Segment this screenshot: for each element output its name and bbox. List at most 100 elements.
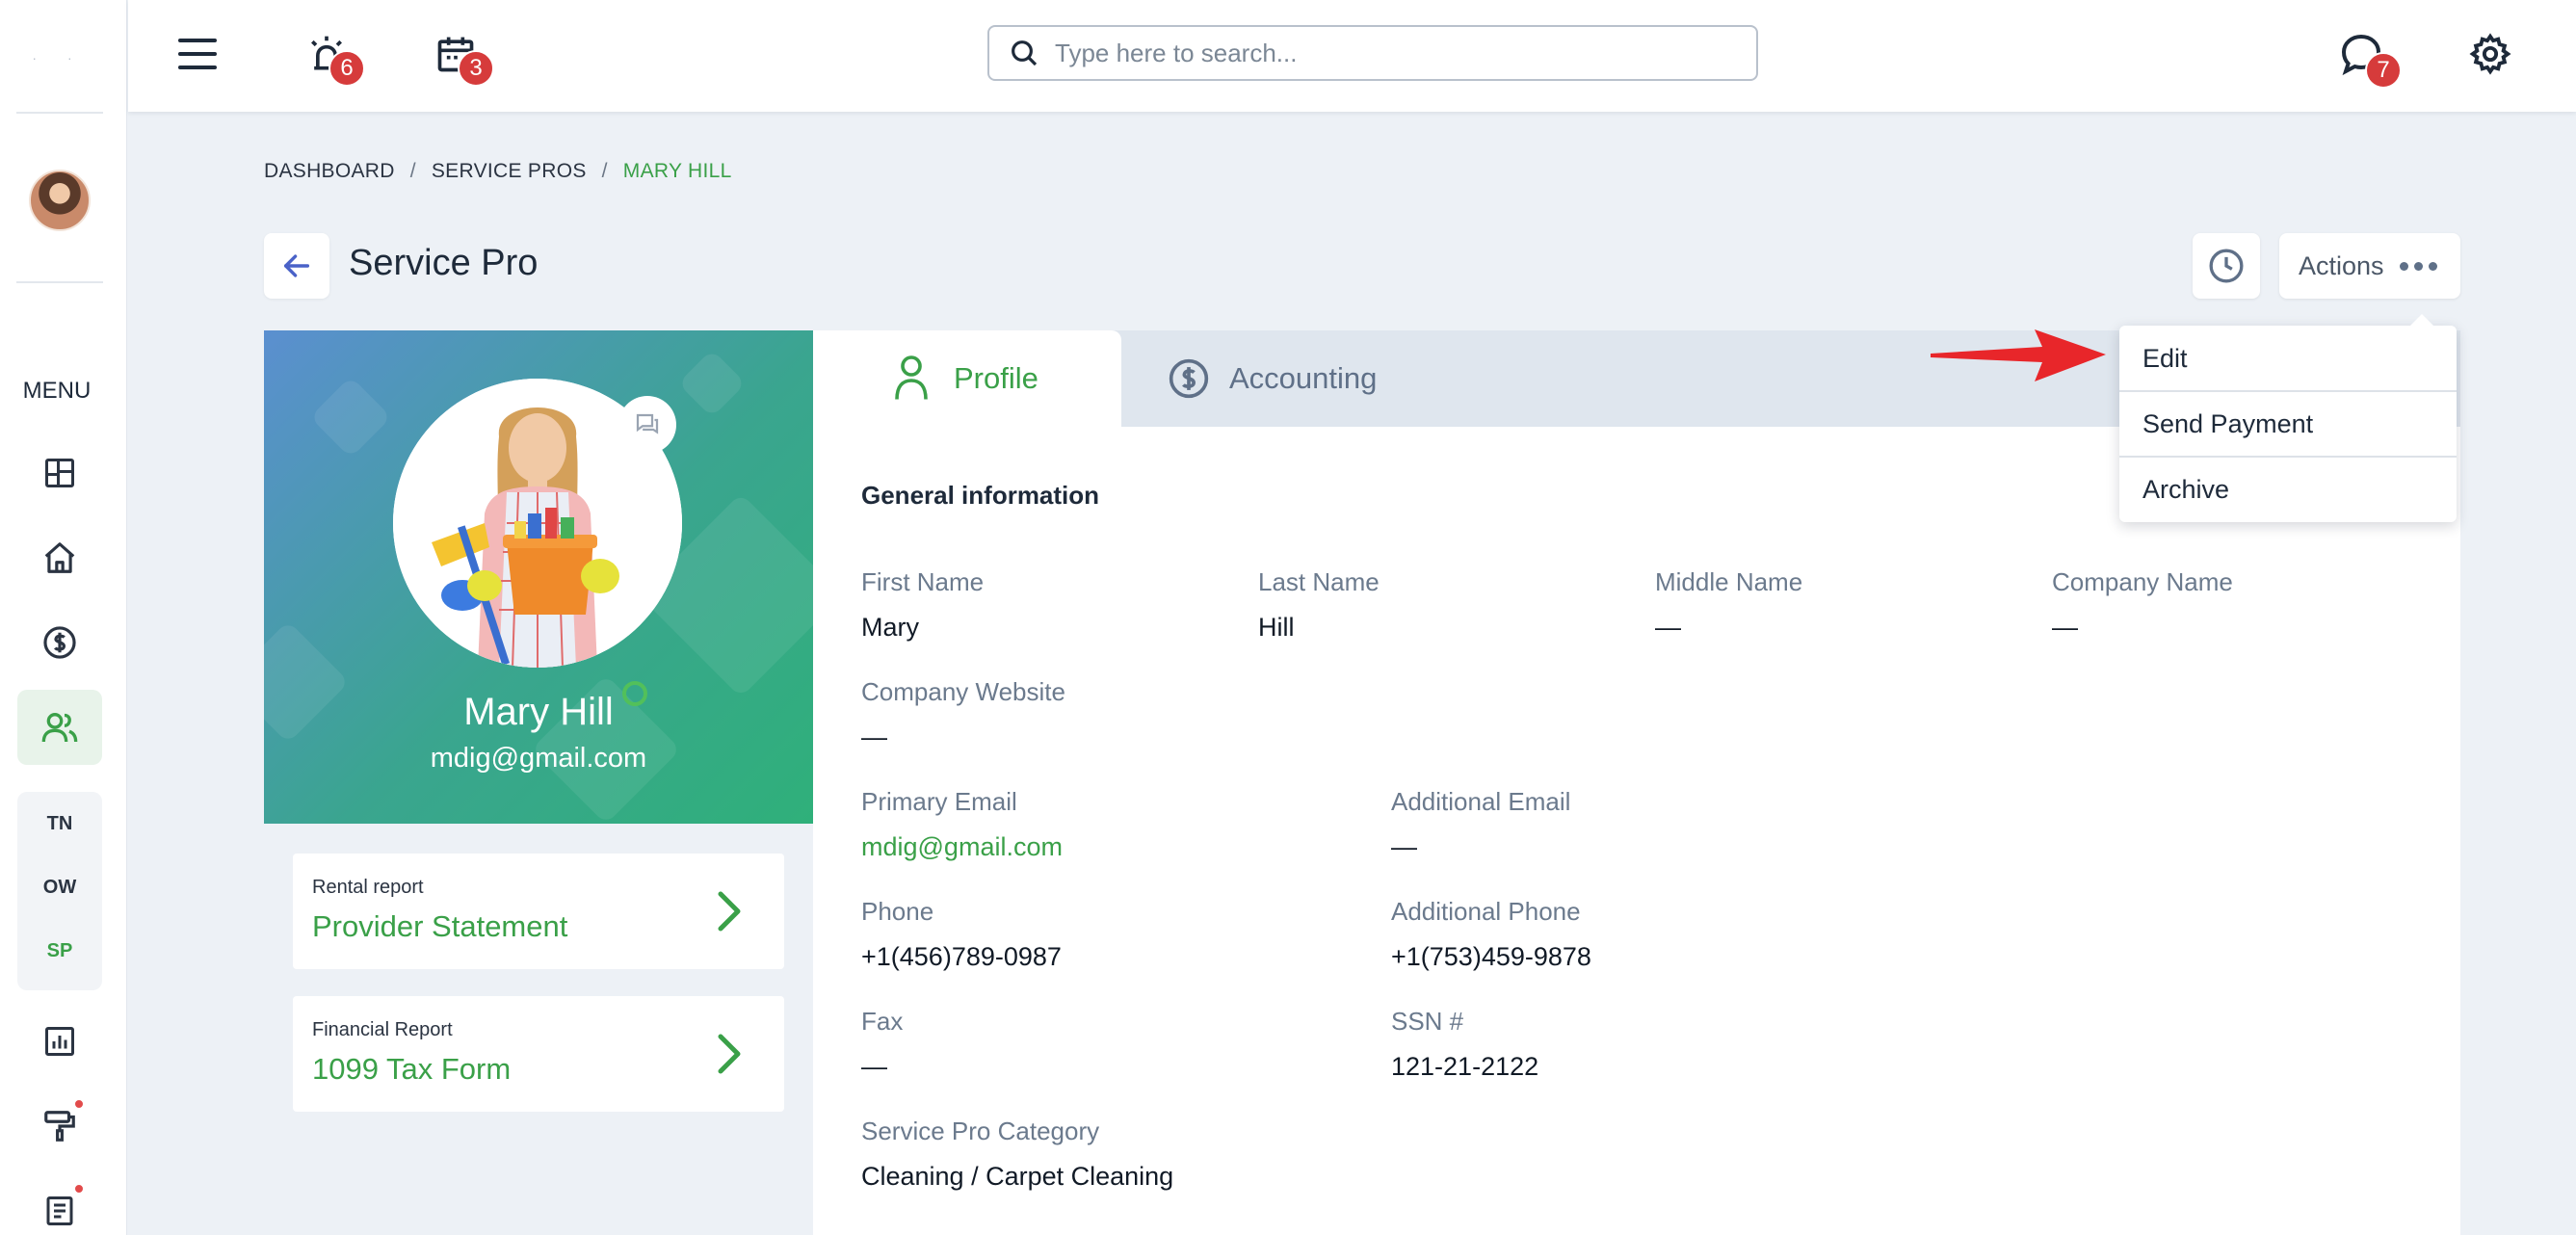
sidebar-item-home[interactable]: [17, 520, 102, 595]
calendar-badge: 3: [458, 50, 494, 87]
menu-item-send-payment[interactable]: Send Payment: [2119, 391, 2457, 457]
primary-email-field: Primary Email mdig@gmail.com: [861, 787, 1063, 862]
sidebar-item-tn[interactable]: TN: [17, 813, 102, 835]
dollar-circle-icon: [1169, 358, 1209, 399]
menu-item-archive[interactable]: Archive: [2119, 457, 2457, 522]
search-icon: [1012, 40, 1038, 66]
search-bar[interactable]: [987, 25, 1758, 81]
sidebar-item-sp[interactable]: SP: [17, 940, 102, 962]
calendar-button[interactable]: 3: [425, 23, 494, 87]
provider-statement-card[interactable]: Rental report Provider Statement: [293, 854, 784, 969]
field-label: Last Name: [1258, 567, 1380, 596]
field-value: —: [861, 1052, 887, 1081]
top-bar: 6 3 7: [128, 0, 2576, 112]
tax-form-card[interactable]: Financial Report 1099 Tax Form: [293, 996, 784, 1112]
menu-item-edit[interactable]: Edit: [2119, 326, 2457, 391]
hamburger-icon: [178, 39, 217, 69]
arrow-left-icon: [283, 254, 310, 277]
sidebar-item-maintenance[interactable]: [17, 1089, 102, 1164]
dollar-icon: [43, 626, 76, 659]
email-link[interactable]: mdig@gmail.com: [861, 832, 1063, 862]
ssn-field: SSN # 121-21-2122: [1391, 1007, 1538, 1082]
chevron-right-icon: [718, 1034, 741, 1074]
field-label: Middle Name: [1655, 567, 1803, 596]
users-icon: [41, 713, 78, 743]
field-label: Service Pro Category: [861, 1117, 1100, 1145]
actions-dropdown: Edit Send Payment Archive: [2119, 314, 2457, 522]
chart-icon: [45, 1027, 74, 1056]
breadcrumb: DASHBOARD / SERVICE PROS / MARY HILL: [264, 160, 732, 183]
field-label: Phone: [861, 897, 934, 926]
profile-name: Mary Hill: [463, 691, 614, 733]
divider: [16, 281, 103, 283]
sidebar-item-service-pros[interactable]: [17, 690, 102, 765]
sidebar-item-accounting[interactable]: [17, 605, 102, 680]
field-value: Hill: [1258, 613, 1295, 642]
field-value: —: [2052, 613, 2078, 642]
decoration: [309, 376, 392, 459]
actions-label: Actions: [2299, 250, 2384, 280]
hamburger-menu-button[interactable]: [167, 23, 228, 85]
history-button[interactable]: [2193, 233, 2260, 299]
company-name-field: Company Name —: [2052, 567, 2233, 643]
field-value: Cleaning / Carpet Cleaning: [861, 1162, 1174, 1191]
messages-button[interactable]: 7: [2330, 23, 2402, 89]
sidebar-item-dashboard[interactable]: [17, 435, 102, 511]
message-button[interactable]: [618, 396, 676, 454]
breadcrumb-current: MARY HILL: [622, 160, 732, 182]
breadcrumb-separator: /: [409, 160, 416, 182]
chat-bubble-icon: [636, 413, 659, 434]
logo[interactable]: · ·: [15, 10, 102, 106]
field-value: Mary: [861, 613, 919, 642]
divider: [16, 112, 103, 114]
field-label: Additional Email: [1391, 787, 1571, 816]
decoration: [677, 349, 747, 418]
breadcrumb-separator: /: [601, 160, 608, 182]
document-icon: [46, 1196, 73, 1225]
field-label: Primary Email: [861, 787, 1017, 816]
notification-dot: [73, 1098, 85, 1110]
chevron-right-icon: [718, 891, 741, 932]
sidebar: · · MENU TN OW SP: [0, 0, 127, 1235]
middle-name-field: Middle Name —: [1655, 567, 1802, 643]
field-value: —: [1655, 613, 1681, 642]
field-value: +1(753)459-9878: [1391, 942, 1591, 971]
settings-button[interactable]: [2459, 23, 2521, 85]
avatar[interactable]: [29, 170, 91, 231]
menu-label: MENU: [22, 378, 92, 404]
clock-icon: [2209, 249, 2244, 283]
actions-button[interactable]: Actions: [2279, 233, 2460, 299]
sidebar-subgroup: TN OW SP: [17, 792, 102, 990]
report-label: Financial Report: [312, 1019, 453, 1040]
field-value: —: [861, 723, 887, 751]
sidebar-item-documents[interactable]: [17, 1173, 102, 1235]
field-value: 121-21-2122: [1391, 1052, 1539, 1081]
field-label: Company Website: [861, 677, 1065, 706]
profile-email: mdig@gmail.com: [430, 743, 647, 774]
field-label: Additional Phone: [1391, 897, 1581, 926]
field-label: Company Name: [2052, 567, 2233, 596]
field-label: SSN #: [1391, 1007, 1464, 1036]
tab-profile[interactable]: Profile: [813, 330, 1121, 427]
sidebar-item-reports[interactable]: [17, 1004, 102, 1079]
home-icon: [44, 542, 75, 573]
back-button[interactable]: [264, 233, 329, 299]
breadcrumb-dashboard[interactable]: DASHBOARD: [264, 160, 395, 183]
report-title: 1099 Tax Form: [312, 1052, 512, 1086]
field-label: Fax: [861, 1007, 904, 1036]
breadcrumb-service-pros[interactable]: SERVICE PROS: [432, 160, 587, 183]
chat-badge: 7: [2365, 52, 2402, 89]
service-pro-category-field: Service Pro Category Cleaning / Carpet C…: [861, 1117, 1173, 1192]
profile-card: Mary Hill mdig@gmail.com: [264, 330, 813, 824]
fax-field: Fax —: [861, 1007, 903, 1082]
search-input[interactable]: [1055, 38, 1710, 68]
dashboard-icon: [45, 459, 74, 487]
paint-roller-icon: [44, 1111, 75, 1142]
tab-accounting[interactable]: Accounting: [1168, 330, 1377, 427]
sidebar-item-ow[interactable]: OW: [17, 877, 102, 899]
user-icon: [895, 355, 928, 400]
tab-accounting-label: Accounting: [1229, 361, 1378, 395]
alarm-badge: 6: [329, 50, 365, 87]
gear-icon: [2469, 33, 2511, 75]
alarms-button[interactable]: 6: [296, 23, 365, 87]
